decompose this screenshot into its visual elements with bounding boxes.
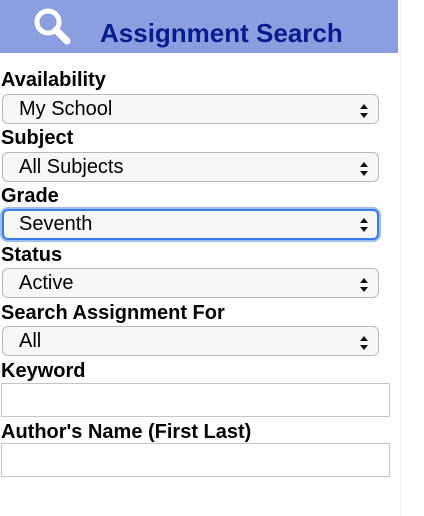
author-name-input[interactable] bbox=[1, 443, 390, 477]
status-select[interactable]: Active bbox=[2, 268, 379, 298]
search-for-select[interactable]: All bbox=[2, 326, 379, 356]
keyword-input[interactable] bbox=[1, 383, 390, 417]
author-label: Author's Name (First Last) bbox=[1, 421, 252, 443]
select-arrows-icon bbox=[359, 332, 369, 350]
grade-label: Grade bbox=[1, 185, 59, 207]
subject-select[interactable]: All Subjects bbox=[2, 152, 379, 182]
search-for-value: All bbox=[19, 330, 42, 352]
grade-value: Seventh bbox=[19, 213, 93, 235]
subject-value: All Subjects bbox=[19, 156, 124, 178]
status-label: Status bbox=[1, 244, 63, 266]
keyword-label: Keyword bbox=[1, 360, 86, 382]
search-icon bbox=[30, 6, 74, 46]
availability-label: Availability bbox=[1, 69, 106, 91]
select-arrows-icon bbox=[359, 100, 369, 118]
content-divider bbox=[400, 0, 424, 516]
availability-select[interactable]: My School bbox=[2, 94, 379, 124]
select-arrows-icon bbox=[359, 158, 369, 176]
panel-title: Assignment Search bbox=[100, 18, 343, 48]
availability-value: My School bbox=[19, 98, 113, 120]
select-arrows-icon bbox=[359, 215, 369, 233]
panel-header: Assignment Search bbox=[0, 0, 398, 53]
select-arrows-icon bbox=[359, 274, 369, 292]
assignment-search-panel: Assignment Search Availability My School… bbox=[0, 0, 398, 516]
status-value: Active bbox=[19, 272, 74, 294]
search-for-label: Search Assignment For bbox=[1, 302, 225, 324]
subject-label: Subject bbox=[1, 127, 74, 149]
grade-select[interactable]: Seventh bbox=[2, 209, 379, 240]
